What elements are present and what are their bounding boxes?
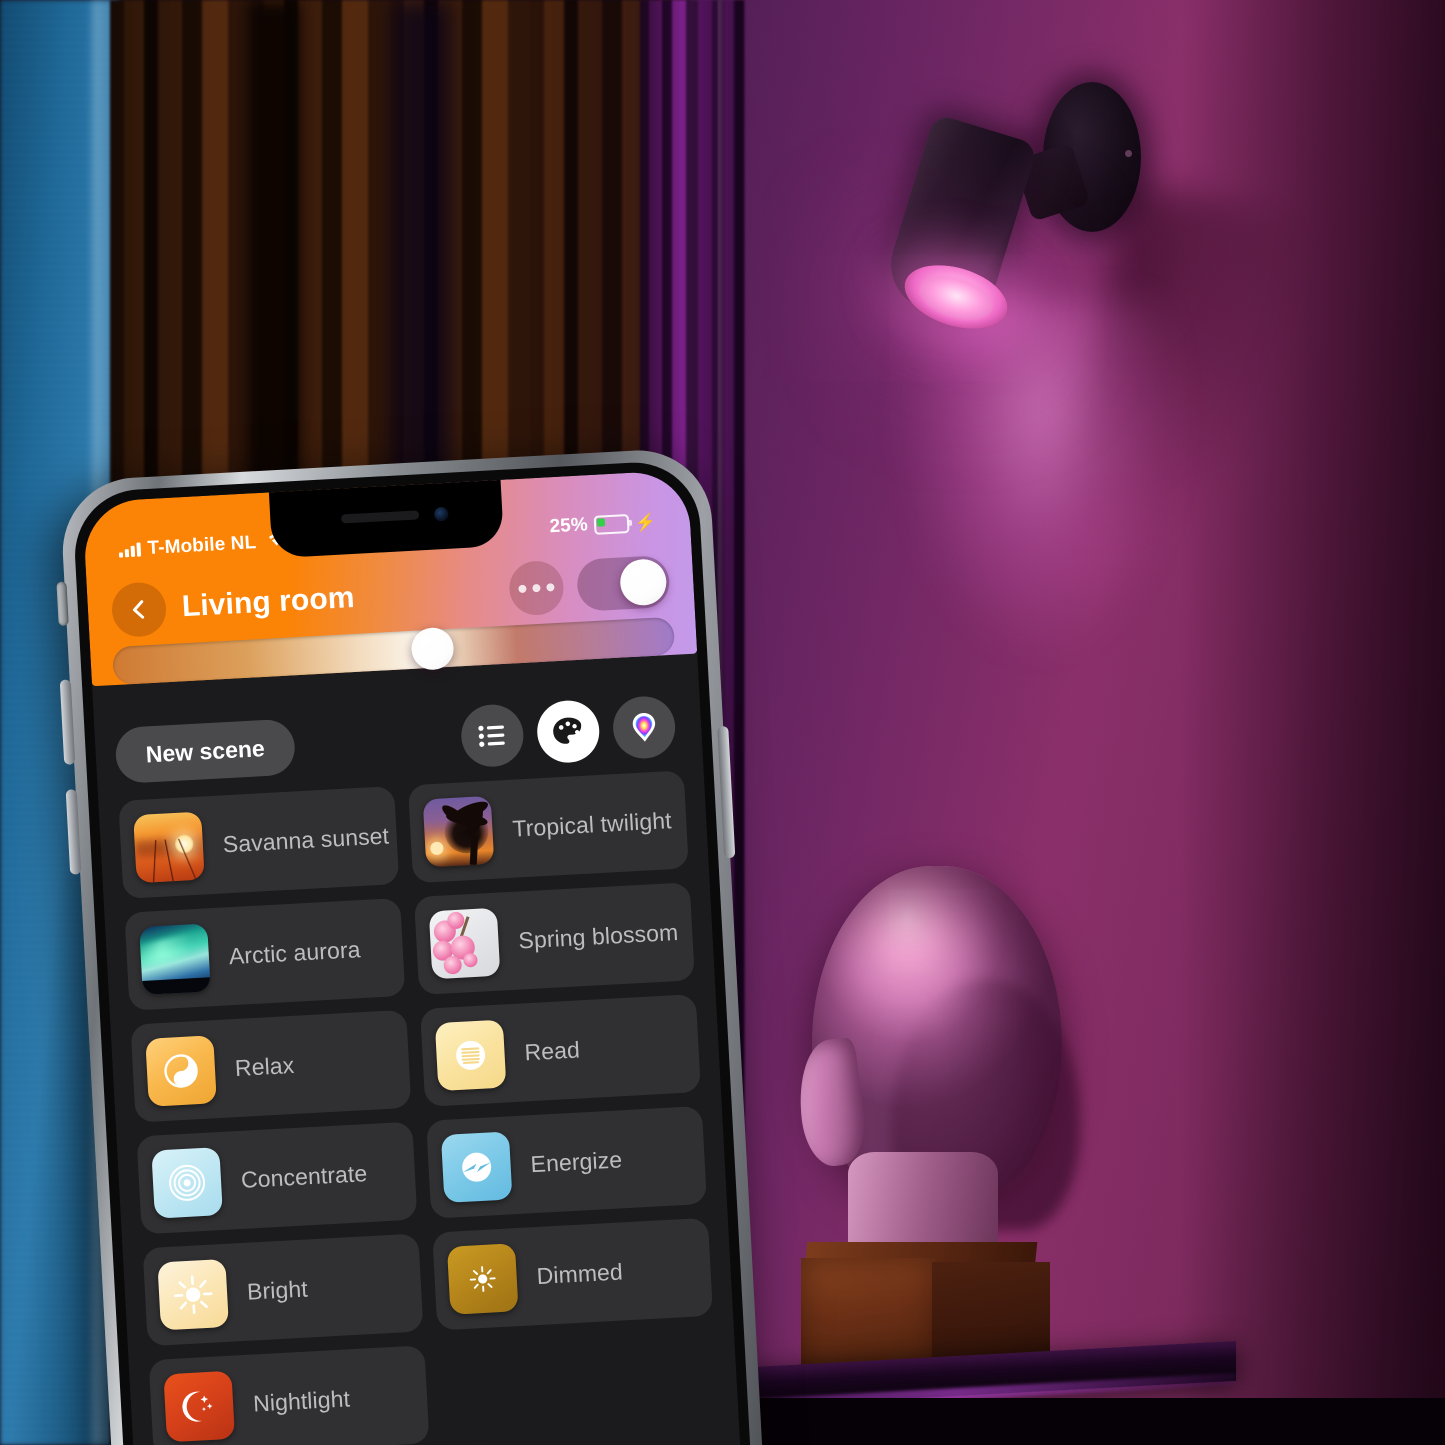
scene-card[interactable]: Dimmed <box>432 1217 714 1331</box>
sun-bright-icon <box>157 1258 229 1331</box>
new-scene-label: New scene <box>145 734 266 767</box>
relax-yin-yang-icon <box>145 1035 217 1107</box>
phone-notch <box>268 479 505 559</box>
scene-card[interactable]: Relax <box>130 1009 412 1123</box>
scene-label: Bright <box>246 1275 309 1305</box>
under-table-dark <box>660 1398 1445 1445</box>
tab-list[interactable] <box>459 703 525 769</box>
lamp-screw <box>1125 150 1132 157</box>
new-scene-button[interactable]: New scene <box>114 718 297 785</box>
scene-card[interactable]: Spring blossom <box>413 882 695 996</box>
scene-label: Read <box>523 1035 581 1065</box>
moon-stars-icon <box>163 1370 235 1443</box>
read-lines-icon <box>434 1019 507 1092</box>
spring-blossom-photo <box>428 907 501 980</box>
chevron-left-icon <box>132 600 145 619</box>
color-drop-icon <box>632 712 656 742</box>
tab-scenes[interactable] <box>535 698 601 765</box>
scene-card[interactable]: Read <box>420 994 701 1107</box>
list-icon <box>478 725 505 747</box>
scene-card[interactable]: Tropical twilight <box>407 770 689 884</box>
scenes-panel: New scene Savanna sunset Tropical twilig… <box>92 669 740 1445</box>
cellular-signal-icon <box>118 542 142 558</box>
battery-icon <box>593 513 630 535</box>
arctic-aurora-photo <box>139 923 211 995</box>
more-options-button[interactable] <box>508 559 565 617</box>
palette-icon <box>553 717 582 744</box>
tab-colors[interactable] <box>611 694 677 761</box>
scene-label: Dimmed <box>535 1257 624 1289</box>
brightness-slider-thumb[interactable] <box>410 626 456 671</box>
scene-label: Savanna sunset <box>222 821 390 857</box>
sun-dimmed-icon <box>446 1243 519 1315</box>
scene-label: Nightlight <box>252 1384 351 1417</box>
room-power-toggle[interactable] <box>575 554 671 612</box>
scene-label: Spring blossom <box>517 918 679 954</box>
smartphone: T-Mobile NL 09:23 25% ⚡ <box>19 436 775 1445</box>
lamp-light-beam <box>840 300 1240 920</box>
page-title: Living room <box>181 580 356 624</box>
scene-card[interactable]: Energize <box>426 1105 707 1219</box>
scene-label: Arctic aurora <box>228 935 362 969</box>
tropical-twilight-photo <box>422 795 495 868</box>
scene-list: Savanna sunset Tropical twilight Arctic … <box>118 770 719 1445</box>
scene-card[interactable]: Concentrate <box>136 1121 418 1235</box>
scene-card[interactable]: Savanna sunset <box>118 786 400 899</box>
carrier-label: T-Mobile NL <box>147 532 257 560</box>
lightning-bolt-icon: ⚡ <box>634 512 657 533</box>
earpiece-speaker <box>340 510 420 524</box>
toggle-knob <box>619 558 668 607</box>
screenshot-root: T-Mobile NL 09:23 25% ⚡ <box>0 0 1445 1445</box>
phone-screen: T-Mobile NL 09:23 25% ⚡ <box>82 469 744 1445</box>
scene-label: Energize <box>529 1145 623 1177</box>
back-button[interactable] <box>110 581 168 639</box>
concentric-rings-icon <box>151 1147 223 1219</box>
scene-label: Tropical twilight <box>511 806 673 842</box>
ellipsis-icon <box>518 584 527 594</box>
scene-label: Relax <box>234 1051 295 1081</box>
scene-card[interactable]: Nightlight <box>148 1345 430 1445</box>
energize-bolt-icon <box>440 1131 513 1203</box>
ellipsis-icon <box>532 583 541 593</box>
scene-card[interactable]: Bright <box>142 1233 424 1347</box>
scene-label: Concentrate <box>240 1159 368 1193</box>
battery-percent-label: 25% <box>548 514 589 538</box>
scene-card[interactable]: Arctic aurora <box>124 897 406 1011</box>
front-camera <box>433 506 449 522</box>
savanna-sunset-photo <box>133 811 205 884</box>
ellipsis-icon <box>546 583 555 592</box>
